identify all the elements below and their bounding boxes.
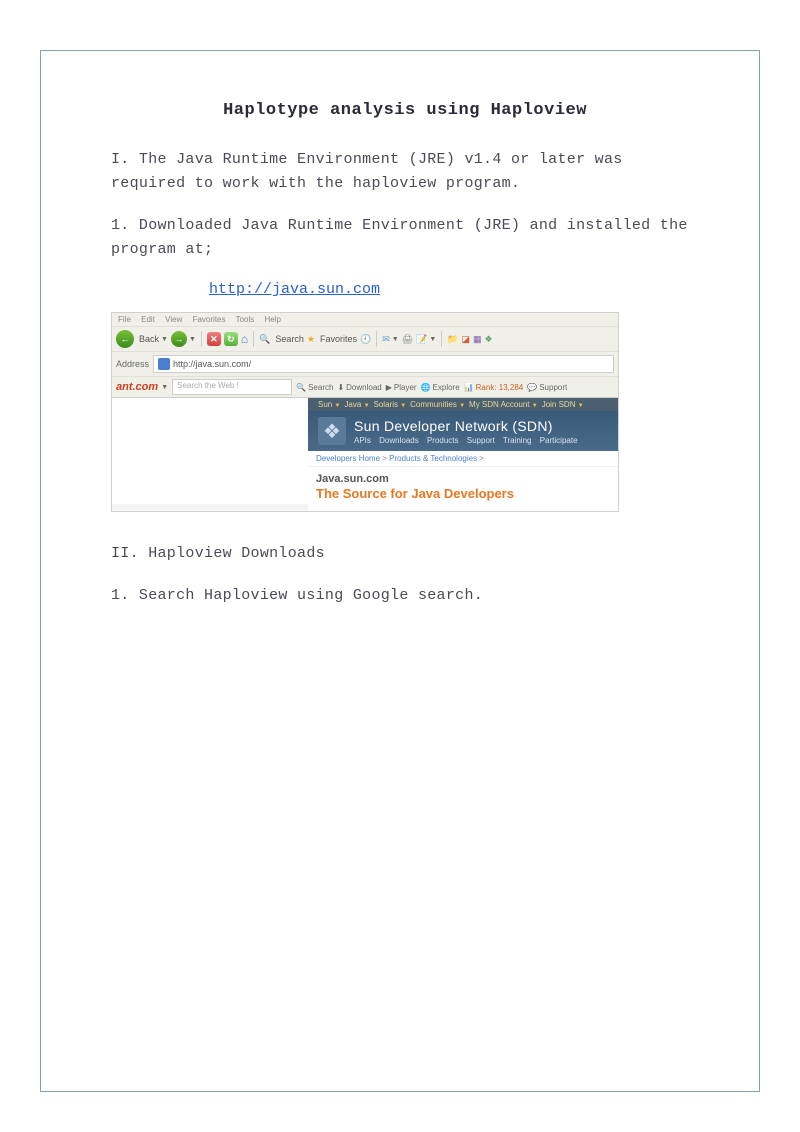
favorites-label[interactable]: Favorites <box>320 334 357 344</box>
forward-dropdown-icon[interactable]: ▼ <box>189 336 196 343</box>
nav-sun[interactable]: Sun ▼ <box>318 400 340 409</box>
nav-account-label: My SDN Account <box>469 400 529 409</box>
ant-player-label: Player <box>394 383 417 392</box>
step-II-1-text: 1. Search Haploview using Google search. <box>111 584 699 608</box>
sdn-title: Sun Developer Network (SDN) <box>354 418 584 434</box>
crumb-home[interactable]: Developers Home <box>316 454 380 463</box>
history-icon[interactable]: 🕘 <box>360 334 371 345</box>
home-icon[interactable]: ⌂ <box>241 332 248 346</box>
page-icon <box>158 358 170 370</box>
address-bar: Address http://java.sun.com/ <box>112 352 618 377</box>
sdn-link-products[interactable]: Products <box>427 436 459 445</box>
browser-toolbar: ← Back ▼ → ▼ ✕ ↻ ⌂ 🔍 Search ★ Favorites … <box>112 327 618 352</box>
menu-view[interactable]: View <box>165 315 182 324</box>
section-II-text: II. Haploview Downloads <box>111 542 699 566</box>
nav-java[interactable]: Java ▼ <box>344 400 369 409</box>
back-label[interactable]: Back <box>139 334 159 344</box>
toolbar-separator <box>201 331 202 347</box>
ant-search-input[interactable]: Search the Web ! <box>172 379 292 395</box>
toolbar-separator-2 <box>253 331 254 347</box>
nav-java-label: Java <box>344 400 361 409</box>
sdn-link-support[interactable]: Support <box>467 436 495 445</box>
nav-sun-label: Sun <box>318 400 332 409</box>
ant-support-btn[interactable]: 💬Support <box>527 383 567 392</box>
java-sun-label: Java.sun.com <box>316 473 610 485</box>
ant-download-btn[interactable]: ⬇Download <box>337 383 381 392</box>
java-headline-block: Java.sun.com The Source for Java Develop… <box>308 467 618 511</box>
menu-edit[interactable]: Edit <box>141 315 155 324</box>
ant-rank-label: Rank: 13,284 <box>476 383 524 392</box>
back-icon[interactable]: ← <box>116 330 134 348</box>
menu-tools[interactable]: Tools <box>236 315 255 324</box>
browser-menubar: File Edit View Favorites Tools Help <box>112 313 618 327</box>
document-title: Haplotype analysis using Haploview <box>111 101 699 120</box>
breadcrumb: Developers Home > Products & Technologie… <box>308 451 618 467</box>
nav-account[interactable]: My SDN Account ▼ <box>469 400 538 409</box>
nav-join-label: Join SDN <box>542 400 576 409</box>
edit-icon[interactable]: 📝 <box>416 334 427 345</box>
toolbar-separator-3 <box>376 331 377 347</box>
ant-search-btn[interactable]: 🔍Search <box>296 383 333 392</box>
crumb-end: > <box>477 454 484 463</box>
sdn-links: APIs Downloads Products Support Training… <box>354 436 584 445</box>
address-value: http://java.sun.com/ <box>173 359 251 369</box>
ant-explore-btn[interactable]: 🌐Explore <box>421 383 460 392</box>
sdn-link-participate[interactable]: Participate <box>540 436 578 445</box>
menu-help[interactable]: Help <box>265 315 281 324</box>
nav-solaris-label: Solaris <box>374 400 398 409</box>
menu-favorites[interactable]: Favorites <box>193 315 226 324</box>
refresh-icon[interactable]: ↻ <box>224 332 238 346</box>
content-left-blank <box>112 398 308 504</box>
ant-support-label: Support <box>539 383 567 392</box>
app3-icon[interactable]: ❖ <box>485 334 493 345</box>
sdn-banner: Sun Developer Network (SDN) APIs Downloa… <box>308 411 618 451</box>
mail-icon[interactable]: ✉ <box>382 334 390 345</box>
java-tagline: The Source for Java Developers <box>316 486 610 501</box>
favorites-icon[interactable]: ★ <box>307 334 315 345</box>
nav-join[interactable]: Join SDN ▼ <box>542 400 584 409</box>
section-I-text: I. The Java Runtime Environment (JRE) v1… <box>111 148 699 196</box>
toolbar-separator-4 <box>441 331 442 347</box>
ant-toolbar: ant.com ▼ Search the Web ! 🔍Search ⬇Down… <box>112 377 618 398</box>
sun-top-nav: Sun ▼ Java ▼ Solaris ▼ Communities ▼ My … <box>308 398 618 411</box>
ant-dropdown-icon[interactable]: ▼ <box>161 384 168 391</box>
nav-solaris[interactable]: Solaris ▼ <box>374 400 407 409</box>
print-icon[interactable]: 🖨 <box>402 334 413 345</box>
address-label: Address <box>116 359 149 369</box>
nav-communities-label: Communities <box>410 400 457 409</box>
ant-search-label: Search <box>308 383 333 392</box>
ant-download-label: Download <box>346 383 382 392</box>
crumb-sep: > <box>380 454 389 463</box>
crumb-products[interactable]: Products & Technologies <box>389 454 477 463</box>
folder-icon[interactable]: 📁 <box>447 334 458 345</box>
mail-dropdown-icon[interactable]: ▼ <box>392 336 399 343</box>
stop-icon[interactable]: ✕ <box>207 332 221 346</box>
search-icon[interactable]: 🔍 <box>259 334 270 345</box>
ant-player-btn[interactable]: ▶Player <box>386 383 417 392</box>
forward-icon[interactable]: → <box>171 331 187 347</box>
app2-icon[interactable]: ▦ <box>473 334 482 345</box>
menu-file[interactable]: File <box>118 315 131 324</box>
edit-dropdown-icon[interactable]: ▼ <box>429 336 436 343</box>
ant-rank: 📊Rank: 13,284 <box>464 383 524 392</box>
step-I-1-text: 1. Downloaded Java Runtime Environment (… <box>111 214 699 262</box>
sdn-link-apis[interactable]: APIs <box>354 436 371 445</box>
ant-explore-label: Explore <box>433 383 460 392</box>
sdn-link-downloads[interactable]: Downloads <box>379 436 419 445</box>
browser-screenshot: File Edit View Favorites Tools Help ← Ba… <box>111 312 619 512</box>
back-dropdown-icon[interactable]: ▼ <box>161 336 168 343</box>
page-container: Haplotype analysis using Haploview I. Th… <box>0 0 800 1132</box>
search-label[interactable]: Search <box>275 334 304 344</box>
sun-logo-icon <box>318 417 346 445</box>
app1-icon[interactable]: ◪ <box>462 334 471 345</box>
java-download-link[interactable]: http://java.sun.com <box>209 281 380 298</box>
nav-communities[interactable]: Communities ▼ <box>410 400 465 409</box>
ant-logo[interactable]: ant.com <box>116 381 158 393</box>
sdn-link-training[interactable]: Training <box>503 436 532 445</box>
page-frame: Haplotype analysis using Haploview I. Th… <box>40 50 760 1092</box>
address-input[interactable]: http://java.sun.com/ <box>153 355 614 373</box>
